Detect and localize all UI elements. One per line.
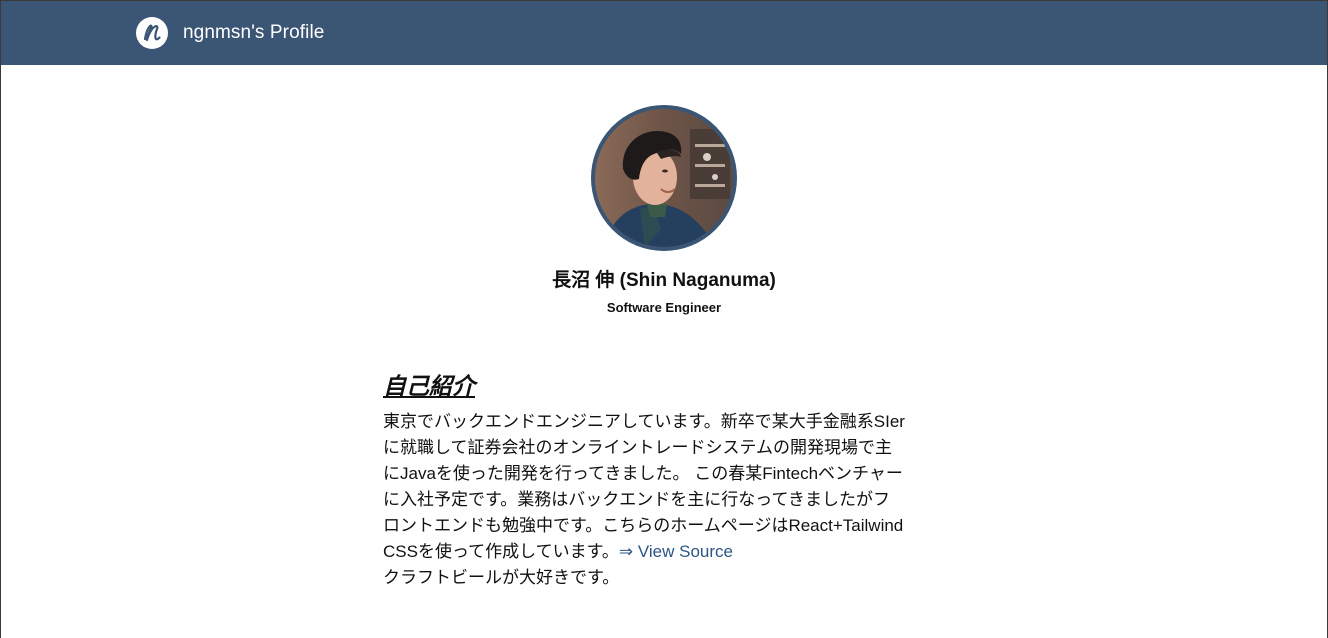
home-link[interactable]: ngnmsn's Profile	[136, 17, 324, 49]
profile-card: 長沼 伸 (Shin Naganuma) Software Engineer	[1, 105, 1327, 315]
about-line: に就職して証券会社のオンライントレードシステムの開発現場で主	[383, 438, 892, 457]
about-section: 自己紹介 東京でバックエンドエンジニアしています。新卒で某大手金融系SIer に…	[383, 367, 943, 591]
navbar: ngnmsn's Profile	[1, 1, 1327, 65]
site-title: ngnmsn's Profile	[183, 22, 325, 43]
avatar	[591, 105, 737, 251]
about-line: CSSを使って作成しています。	[383, 542, 619, 561]
about-line: に入社予定です。業務はバックエンドを主に行なってきましたがフ	[383, 490, 890, 509]
about-line: にJavaを使った開発を行ってきました。 この春某Fintechベンチャー	[383, 464, 903, 483]
about-heading: 自己紹介	[383, 373, 475, 399]
about-paragraph: 東京でバックエンドエンジニアしています。新卒で某大手金融系SIer に就職して証…	[383, 409, 939, 591]
profile-role: Software Engineer	[606, 300, 722, 315]
view-source-link[interactable]: ⇒ View Source	[619, 542, 733, 561]
profile-name: 長沼 伸 (Shin Naganuma)	[552, 270, 776, 291]
about-line: ロントエンドも勉強中です。こちらのホームページはReact+Tailwind	[383, 516, 904, 535]
about-closing: クラフトビールが大好きです。	[383, 568, 620, 587]
about-line: 東京でバックエンドエンジニアしています。新卒で某大手金融系SIer	[383, 412, 905, 431]
page-frame: ngnmsn's Profile 長沼 伸 (Shin Naganuma) So…	[0, 0, 1328, 638]
cursive-n-logo-icon	[136, 17, 168, 49]
